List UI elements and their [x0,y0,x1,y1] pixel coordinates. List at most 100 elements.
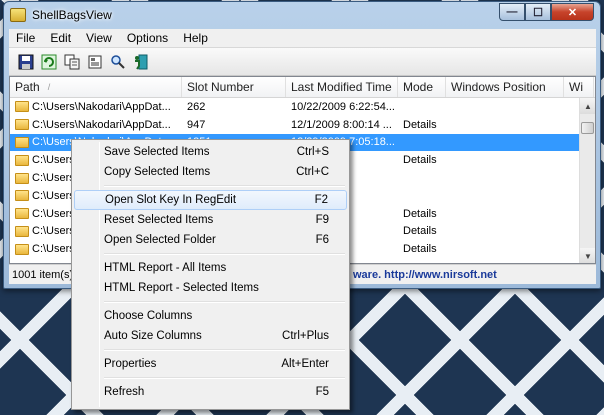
row-path-cell: C:\Users\Nakodari\AppDat... [10,101,182,113]
menu-item-shortcut: Alt+Enter [281,358,329,370]
folder-icon [15,243,29,255]
column-header-path[interactable]: Path / [10,77,182,97]
row-path: C:\Users [32,154,75,167]
menu-view[interactable]: View [79,31,120,45]
properties-icon[interactable] [84,51,106,73]
refresh-icon[interactable] [38,51,60,73]
app-icon [10,8,26,22]
menu-item-label: Copy Selected Items [104,166,211,178]
menu-item-label: Open Selected Folder [104,234,216,246]
menu-item-label: HTML Report - Selected Items [104,282,259,294]
row-path: C:\Users\Nakodari\AppDat... [32,100,171,113]
row-path-cell: C:\Users\Nakodari\AppDat... [10,119,182,131]
menu-item-label: Reset Selected Items [104,214,214,226]
exit-icon[interactable] [130,51,152,73]
table-row[interactable]: C:\Users\Nakodari\AppDat... 947 12/1/200… [10,116,595,134]
row-slot: 947 [187,118,206,131]
menu-options[interactable]: Options [120,31,176,45]
menu-help[interactable]: Help [176,31,216,45]
column-header-wi[interactable]: Wi [564,77,594,97]
menu-item-properties[interactable]: Properties Alt+Enter [74,354,347,374]
menu-item-auto-size-columns[interactable]: Auto Size Columns Ctrl+Plus [74,326,347,346]
menu-item-refresh[interactable]: Refresh F5 [74,382,347,402]
column-header-modified[interactable]: Last Modified Time [286,77,398,97]
menu-item-html-report-all[interactable]: HTML Report - All Items [74,258,347,278]
sort-arrow-icon: / [47,82,51,92]
row-mode: Details [403,154,437,167]
status-item-count: 1001 item(s), 1 Selected [12,268,75,281]
menu-item-html-report-selected[interactable]: HTML Report - Selected Items [74,278,347,298]
column-header-position[interactable]: Windows Position [446,77,564,97]
menu-item-choose-columns[interactable]: Choose Columns [74,306,347,326]
folder-icon [15,154,29,166]
menu-item-shortcut: F2 [314,194,328,206]
row-mode: Details [403,118,437,131]
column-header-row: Path / Slot Number Last Modified Time Mo… [10,77,595,98]
menu-edit[interactable]: Edit [43,31,79,45]
row-path: C:\Users [32,243,75,256]
title-bar[interactable]: ShellBagsView — ☐ ✕ [4,2,600,28]
menu-item-label: Auto Size Columns [104,330,202,342]
menu-item-shortcut: F5 [315,386,329,398]
column-header-slot[interactable]: Slot Number [182,77,286,97]
table-row[interactable]: C:\Users\Nakodari\AppDat... 262 10/22/20… [10,98,595,116]
minimize-button[interactable]: — [499,3,525,21]
save-icon[interactable] [15,51,37,73]
copy-icon[interactable] [61,51,83,73]
row-path: C:\Users [32,189,75,202]
context-menu: Save Selected Items Ctrl+S Copy Selected… [71,139,350,410]
row-mode: Details [403,225,437,238]
close-button[interactable]: ✕ [551,3,594,21]
menu-item-open-regedit[interactable]: Open Slot Key In RegEdit F2 [74,190,347,210]
menu-item-save-selected[interactable]: Save Selected Items Ctrl+S [74,142,347,162]
column-header-mode[interactable]: Mode [398,77,446,97]
menu-item-label: Refresh [104,386,145,398]
menu-item-open-folder[interactable]: Open Selected Folder F6 [74,230,347,250]
menu-separator [74,298,347,306]
row-slot: 262 [187,100,206,113]
row-modified: 12/1/2009 8:00:14 ... [291,118,392,131]
vertical-scrollbar[interactable]: ▲ ▼ [579,98,595,263]
scroll-up-icon[interactable]: ▲ [580,98,595,114]
menu-item-shortcut: F6 [315,234,329,246]
menu-bar: File Edit View Options Help [9,29,596,48]
menu-item-label: Choose Columns [104,310,193,322]
folder-icon [15,208,29,220]
menu-item-label: HTML Report - All Items [104,262,227,274]
status-link[interactable]: ware. http://www.nirsoft.net [353,269,497,281]
row-modified: 10/22/2009 6:22:54... [291,100,395,113]
toolbar [9,48,596,76]
menu-separator [74,182,347,190]
menu-separator [74,346,347,354]
menu-separator [74,250,347,258]
menu-item-label: Open Slot Key In RegEdit [105,194,237,206]
scroll-down-icon[interactable]: ▼ [580,248,595,263]
maximize-button[interactable]: ☐ [525,3,551,21]
row-mode: Details [403,243,437,256]
scroll-thumb[interactable] [581,122,594,134]
menu-item-shortcut: Ctrl+C [296,166,329,178]
row-path: C:\Users [32,225,75,238]
folder-icon [15,136,29,148]
menu-item-reset-selected[interactable]: Reset Selected Items F9 [74,210,347,230]
folder-icon [15,172,29,184]
folder-icon [15,190,29,202]
folder-icon [15,101,29,113]
find-icon[interactable] [107,51,129,73]
menu-separator [74,374,347,382]
menu-item-shortcut: Ctrl+Plus [282,330,329,342]
row-mode: Details [403,207,437,220]
folder-icon [15,225,29,237]
caption-buttons: — ☐ ✕ [499,3,594,21]
menu-item-shortcut: F9 [315,214,329,226]
menu-item-copy-selected[interactable]: Copy Selected Items Ctrl+C [74,162,347,182]
row-path: C:\Users [32,207,75,220]
menu-file[interactable]: File [9,31,43,45]
folder-icon [15,119,29,131]
menu-item-shortcut: Ctrl+S [296,146,329,158]
menu-item-label: Properties [104,358,157,370]
menu-item-label: Save Selected Items [104,146,210,158]
row-path: C:\Users\Nakodari\AppDat... [32,118,171,131]
column-header-path-label: Path [15,80,40,94]
window-title: ShellBagsView [32,8,112,22]
